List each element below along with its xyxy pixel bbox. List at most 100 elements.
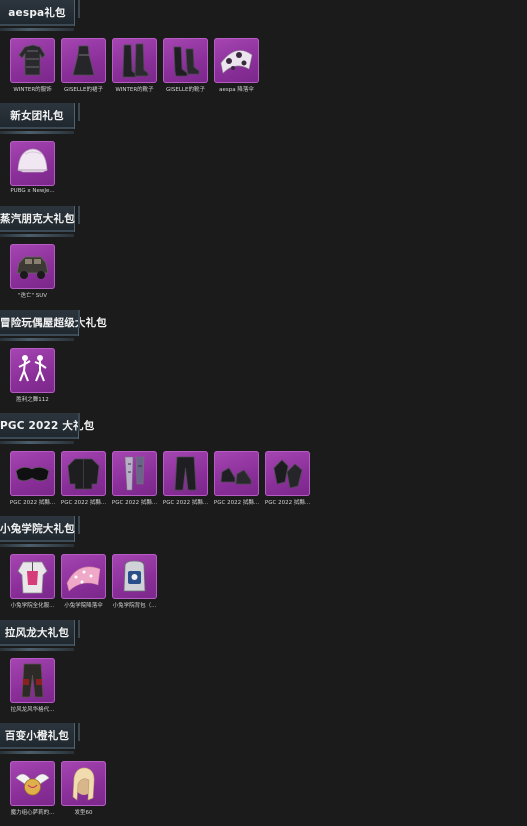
item-card[interactable]: WINTER的靴子 bbox=[112, 38, 157, 93]
item-label: 小兔学院全化服... bbox=[10, 603, 55, 609]
item-thumbnail[interactable] bbox=[61, 554, 106, 599]
item-label: 魔力组心萨莉的... bbox=[10, 810, 55, 816]
item-card[interactable]: 小兔学院背包（... bbox=[112, 554, 157, 609]
gift-pack-section: 新女团礼包 PUBG x NewJe... bbox=[0, 103, 527, 206]
hairstyle-icon bbox=[72, 767, 95, 801]
item-label: GISELLE的裙子 bbox=[64, 87, 103, 93]
item-thumbnail[interactable] bbox=[10, 451, 55, 496]
item-label: 发型60 bbox=[74, 810, 93, 816]
item-card[interactable]: 魔力组心萨莉的... bbox=[10, 761, 55, 816]
item-card[interactable]: 发型60 bbox=[61, 761, 106, 816]
section-header: 新女团礼包 bbox=[0, 103, 80, 134]
section-title: 拉风龙大礼包 bbox=[4, 627, 70, 639]
item-card[interactable]: 小兔学院降落伞 bbox=[61, 554, 106, 609]
item-thumbnail[interactable] bbox=[10, 554, 55, 599]
item-row: WINTER的服饰 GISELLE的裙子 WINTER的靴子 GISELLE的靴子 ae… bbox=[10, 38, 259, 93]
item-label: WINTER的靴子 bbox=[115, 87, 154, 93]
item-thumbnail[interactable] bbox=[10, 141, 55, 186]
item-card[interactable]: PGC 2022 拭縣... bbox=[61, 451, 106, 506]
item-label: PGC 2022 拭縣... bbox=[162, 500, 209, 506]
item-label: GISELLE的靴子 bbox=[166, 87, 205, 93]
item-thumbnail[interactable] bbox=[61, 38, 106, 83]
item-row: 拉风龙风华格代... bbox=[10, 658, 55, 713]
section-header: 百变小橙礼包 bbox=[0, 723, 80, 754]
item-thumbnail[interactable] bbox=[112, 451, 157, 496]
section-header: aespa礼包 bbox=[0, 0, 80, 31]
item-thumbnail[interactable] bbox=[163, 451, 208, 496]
section-header: PGC 2022 大礼包 bbox=[0, 413, 95, 444]
item-card[interactable]: PGC 2022 拭縣... bbox=[265, 451, 310, 506]
item-card[interactable]: aespa 降落伞 bbox=[214, 38, 259, 93]
section-title: 冒险玩偶屋超级大礼包 bbox=[0, 317, 107, 329]
item-thumbnail[interactable] bbox=[112, 38, 157, 83]
item-label: 小兔学院背包（... bbox=[112, 603, 157, 609]
item-label: WINTER的服饰 bbox=[13, 87, 52, 93]
item-thumbnail[interactable] bbox=[61, 761, 106, 806]
item-row: PUBG x NewJe... bbox=[10, 141, 55, 194]
item-card[interactable]: GISELLE的裙子 bbox=[61, 38, 106, 93]
item-label: "迭亡" SUV bbox=[17, 293, 48, 299]
cargo-pants-icon bbox=[21, 663, 44, 698]
item-row: PGC 2022 拭縣... PGC 2022 拭縣... PGC 2022 拭縣.… bbox=[10, 451, 310, 506]
goggles-icon bbox=[15, 467, 50, 482]
item-card[interactable]: "迭亡" SUV bbox=[10, 244, 55, 299]
item-label: PGC 2022 拭縣... bbox=[264, 500, 311, 506]
tall-boots-icon bbox=[122, 43, 149, 78]
item-thumbnail[interactable] bbox=[61, 451, 106, 496]
item-row: 魔力组心萨莉的... 发型60 bbox=[10, 761, 106, 816]
item-thumbnail[interactable] bbox=[214, 451, 259, 496]
item-thumbnail[interactable] bbox=[10, 244, 55, 289]
section-header: 冒险玩偶屋超级大礼包 bbox=[0, 310, 107, 341]
item-label: PGC 2022 拭縣... bbox=[60, 500, 107, 506]
item-label: PGC 2022 拭縣... bbox=[111, 500, 158, 506]
outfit-dark-icon bbox=[18, 44, 46, 76]
item-label: 小兔学院降落伞 bbox=[64, 603, 103, 609]
winged-charm-icon bbox=[15, 773, 50, 796]
section-title: aespa礼包 bbox=[8, 7, 66, 19]
section-title: 小兔学院大礼包 bbox=[0, 523, 75, 535]
backpack-icon bbox=[123, 560, 146, 592]
section-title: 新女团礼包 bbox=[10, 110, 64, 122]
parachute-pink-icon bbox=[66, 566, 101, 592]
item-card[interactable]: PGC 2022 拭縣... bbox=[214, 451, 259, 506]
item-thumbnail[interactable] bbox=[10, 38, 55, 83]
item-thumbnail[interactable] bbox=[265, 451, 310, 496]
gift-pack-section: aespa礼包 WINTER的服饰 GISELLE的裙子 WINTER的靴子 GISEL… bbox=[0, 0, 527, 103]
item-label: aespa 降落伞 bbox=[219, 87, 254, 93]
jacket-icon bbox=[67, 458, 100, 490]
item-thumbnail[interactable] bbox=[112, 554, 157, 599]
section-title: 百变小橙礼包 bbox=[4, 730, 70, 742]
item-thumbnail[interactable] bbox=[10, 761, 55, 806]
section-title: PGC 2022 大礼包 bbox=[0, 420, 95, 432]
item-card[interactable]: PGC 2022 拭縣... bbox=[163, 451, 208, 506]
item-label: 拉风龙风华格代... bbox=[10, 707, 55, 713]
item-thumbnail[interactable] bbox=[163, 38, 208, 83]
item-label: PUBG x NewJe... bbox=[10, 188, 55, 194]
item-card[interactable]: WINTER的服饰 bbox=[10, 38, 55, 93]
dress-icon bbox=[72, 45, 95, 76]
gift-pack-section: 小兔学院大礼包小兔学院全化服... 小兔学院降落伞 小兔学院背包（... bbox=[0, 516, 527, 619]
item-row: 胜利之舞112 bbox=[10, 348, 55, 403]
dance-emote-icon bbox=[18, 355, 47, 382]
shoes-icon bbox=[220, 467, 252, 485]
item-card[interactable]: PGC 2022 拭縣... bbox=[10, 451, 55, 506]
section-header: 蒸汽朋克大礼包 bbox=[0, 206, 80, 237]
helmet-pink-icon bbox=[17, 148, 48, 173]
gift-pack-section: 拉风龙大礼包拉风龙风华格代... bbox=[0, 620, 527, 723]
heel-boots-icon bbox=[173, 46, 200, 77]
item-thumbnail[interactable] bbox=[10, 348, 55, 393]
gift-pack-list: aespa礼包 WINTER的服饰 GISELLE的裙子 WINTER的靴子 GISEL… bbox=[0, 0, 527, 823]
item-thumbnail[interactable] bbox=[214, 38, 259, 83]
gloves-icon bbox=[273, 459, 303, 489]
item-card[interactable]: GISELLE的靴子 bbox=[163, 38, 208, 93]
item-card[interactable]: 胜利之舞112 bbox=[10, 348, 55, 403]
item-card[interactable]: 拉风龙风华格代... bbox=[10, 658, 55, 713]
item-card[interactable]: PGC 2022 拭縣... bbox=[112, 451, 157, 506]
item-card[interactable]: 小兔学院全化服... bbox=[10, 554, 55, 609]
item-card[interactable]: PUBG x NewJe... bbox=[10, 141, 55, 194]
item-label: 胜利之舞112 bbox=[16, 397, 49, 403]
item-thumbnail[interactable] bbox=[10, 658, 55, 703]
gift-pack-section: PGC 2022 大礼包 PGC 2022 拭縣... PGC 2022 拭縣...… bbox=[0, 413, 527, 516]
item-row: "迭亡" SUV bbox=[10, 244, 55, 299]
pants-icon bbox=[174, 456, 197, 491]
